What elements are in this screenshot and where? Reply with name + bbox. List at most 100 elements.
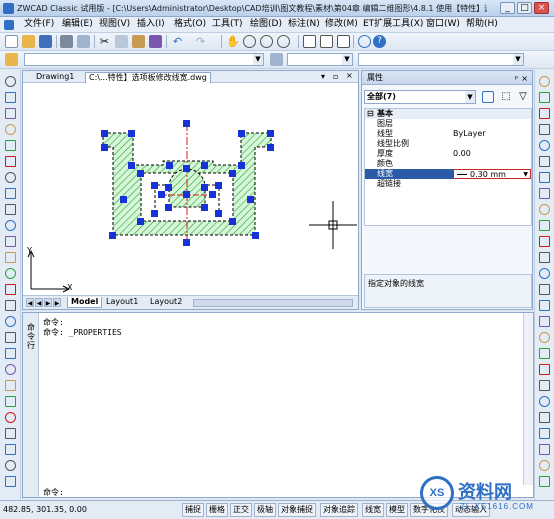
draw-tool-icon[interactable]: [5, 332, 16, 343]
draw-tool-icon[interactable]: [5, 364, 16, 375]
draw-tool-icon[interactable]: [5, 284, 16, 295]
grid-toggle[interactable]: 栅格: [206, 503, 228, 517]
preview-icon[interactable]: [77, 35, 90, 48]
menu-view[interactable]: 视图(V): [99, 18, 130, 31]
draw-tool-icon[interactable]: [5, 300, 16, 311]
property-row-lineweight[interactable]: 线宽 0.30 mm ▼: [365, 169, 531, 179]
tab-model[interactable]: Model: [67, 297, 103, 308]
draw-tool-icon[interactable]: [5, 380, 16, 391]
maximize-button[interactable]: □: [517, 2, 532, 14]
collapse-icon[interactable]: ⊟: [367, 109, 374, 119]
menu-help[interactable]: 帮助(H): [466, 18, 498, 31]
modify-tool-icon[interactable]: [539, 332, 550, 343]
menu-draw[interactable]: 绘图(D): [250, 18, 282, 31]
draw-tool-icon[interactable]: [5, 252, 16, 263]
layer-manager-icon[interactable]: [5, 53, 18, 66]
open-icon[interactable]: [22, 35, 35, 48]
property-row-color[interactable]: 颜色: [365, 159, 531, 169]
draw-tool-icon[interactable]: [5, 140, 16, 151]
modify-tool-icon[interactable]: [539, 460, 550, 471]
first-tab-button[interactable]: ◀: [26, 298, 34, 307]
modify-tool-icon[interactable]: [539, 268, 550, 279]
otrack-toggle[interactable]: 对象追踪: [320, 503, 358, 517]
property-row-hyperlink[interactable]: 超链接: [365, 179, 531, 189]
menu-tools[interactable]: 工具(T): [212, 18, 243, 31]
draw-tool-icon[interactable]: [5, 108, 16, 119]
property-row-linetype[interactable]: 线型 ByLayer: [365, 129, 531, 139]
palette-close-button[interactable]: ×: [521, 72, 528, 85]
menu-et-tools[interactable]: ET扩展工具(X): [363, 18, 423, 31]
draw-tool-icon[interactable]: [5, 220, 16, 231]
quick-select-icon[interactable]: ▽: [517, 91, 529, 103]
pan-icon[interactable]: ✋: [226, 35, 240, 48]
draw-tool-icon[interactable]: [5, 188, 16, 199]
doc-minimize-button[interactable]: ▾: [321, 72, 325, 81]
modify-tool-icon[interactable]: [539, 412, 550, 423]
modify-tool-icon[interactable]: [539, 380, 550, 391]
modify-tool-icon[interactable]: [539, 124, 550, 135]
calc-icon[interactable]: [358, 35, 371, 48]
ortho-toggle[interactable]: 正交: [230, 503, 252, 517]
draw-tool-icon[interactable]: [5, 476, 16, 487]
modify-tool-icon[interactable]: [539, 172, 550, 183]
toggle-pickadd-icon[interactable]: [482, 91, 494, 103]
menu-window[interactable]: 窗口(W): [426, 18, 460, 31]
modify-tool-icon[interactable]: [539, 348, 550, 359]
draw-tool-icon[interactable]: [5, 444, 16, 455]
pin-icon[interactable]: ᵖ: [515, 72, 518, 85]
save-icon[interactable]: [39, 35, 52, 48]
horizontal-scrollbar[interactable]: [193, 299, 353, 307]
menu-format[interactable]: 格式(O): [174, 18, 206, 31]
property-row-layer[interactable]: 图层: [365, 119, 531, 129]
modify-tool-icon[interactable]: [539, 252, 550, 263]
command-input[interactable]: 命令:: [43, 487, 64, 498]
modify-tool-icon[interactable]: [539, 444, 550, 455]
properties-icon[interactable]: [303, 35, 316, 48]
tab-layout1[interactable]: Layout1: [103, 297, 141, 308]
minimize-button[interactable]: _: [500, 2, 515, 14]
zoom-icon[interactable]: [243, 35, 256, 48]
modify-tool-icon[interactable]: [539, 204, 550, 215]
draw-tool-icon[interactable]: [5, 460, 16, 471]
last-tab-button[interactable]: ▶: [53, 298, 61, 307]
prev-tab-button[interactable]: ◀: [35, 298, 43, 307]
doc-restore-button[interactable]: ▫: [333, 72, 338, 81]
modify-tool-icon[interactable]: [539, 284, 550, 295]
draw-tool-icon[interactable]: [5, 236, 16, 247]
property-row-thickness[interactable]: 厚度 0.00: [365, 149, 531, 159]
select-objects-icon[interactable]: ⬚: [500, 91, 512, 103]
draw-tool-icon[interactable]: [5, 428, 16, 439]
draw-tool-icon[interactable]: [5, 268, 16, 279]
property-row-linetype-scale[interactable]: 线型比例: [365, 139, 531, 149]
modify-tool-icon[interactable]: [539, 300, 550, 311]
modify-tool-icon[interactable]: [539, 76, 550, 87]
selection-combo[interactable]: 全部(7) ▼: [364, 90, 476, 104]
layer-combo[interactable]: ▼: [24, 53, 264, 66]
osnap-toggle[interactable]: 对象捕捉: [278, 503, 316, 517]
draw-tool-icon[interactable]: [5, 156, 16, 167]
modify-tool-icon[interactable]: [539, 396, 550, 407]
help-icon[interactable]: ?: [373, 35, 386, 48]
menu-file[interactable]: 文件(F): [24, 18, 54, 31]
draw-tool-icon[interactable]: [5, 76, 16, 87]
draw-tool-icon[interactable]: [5, 172, 16, 183]
menu-insert[interactable]: 插入(I): [137, 18, 165, 31]
doc-close-button[interactable]: ×: [346, 71, 353, 80]
tab-layout2[interactable]: Layout2: [147, 297, 185, 308]
copy-icon[interactable]: [115, 35, 128, 48]
modify-tool-icon[interactable]: [539, 364, 550, 375]
linetype-combo[interactable]: ▼: [358, 53, 524, 66]
modify-tool-icon[interactable]: [539, 316, 550, 327]
document-icon[interactable]: [4, 20, 14, 30]
cut-icon[interactable]: ✂: [98, 35, 111, 48]
modify-tool-icon[interactable]: [539, 428, 550, 439]
close-button[interactable]: ×: [534, 2, 549, 14]
draw-tool-icon[interactable]: [5, 204, 16, 215]
layer-previous-icon[interactable]: [270, 53, 283, 66]
modify-tool-icon[interactable]: [539, 220, 550, 231]
command-scrollbar[interactable]: [523, 313, 533, 485]
draw-tool-icon[interactable]: [5, 396, 16, 407]
draw-tool-icon[interactable]: [5, 348, 16, 359]
snap-toggle[interactable]: 捕捉: [182, 503, 204, 517]
undo-icon[interactable]: ↶: [171, 35, 184, 48]
